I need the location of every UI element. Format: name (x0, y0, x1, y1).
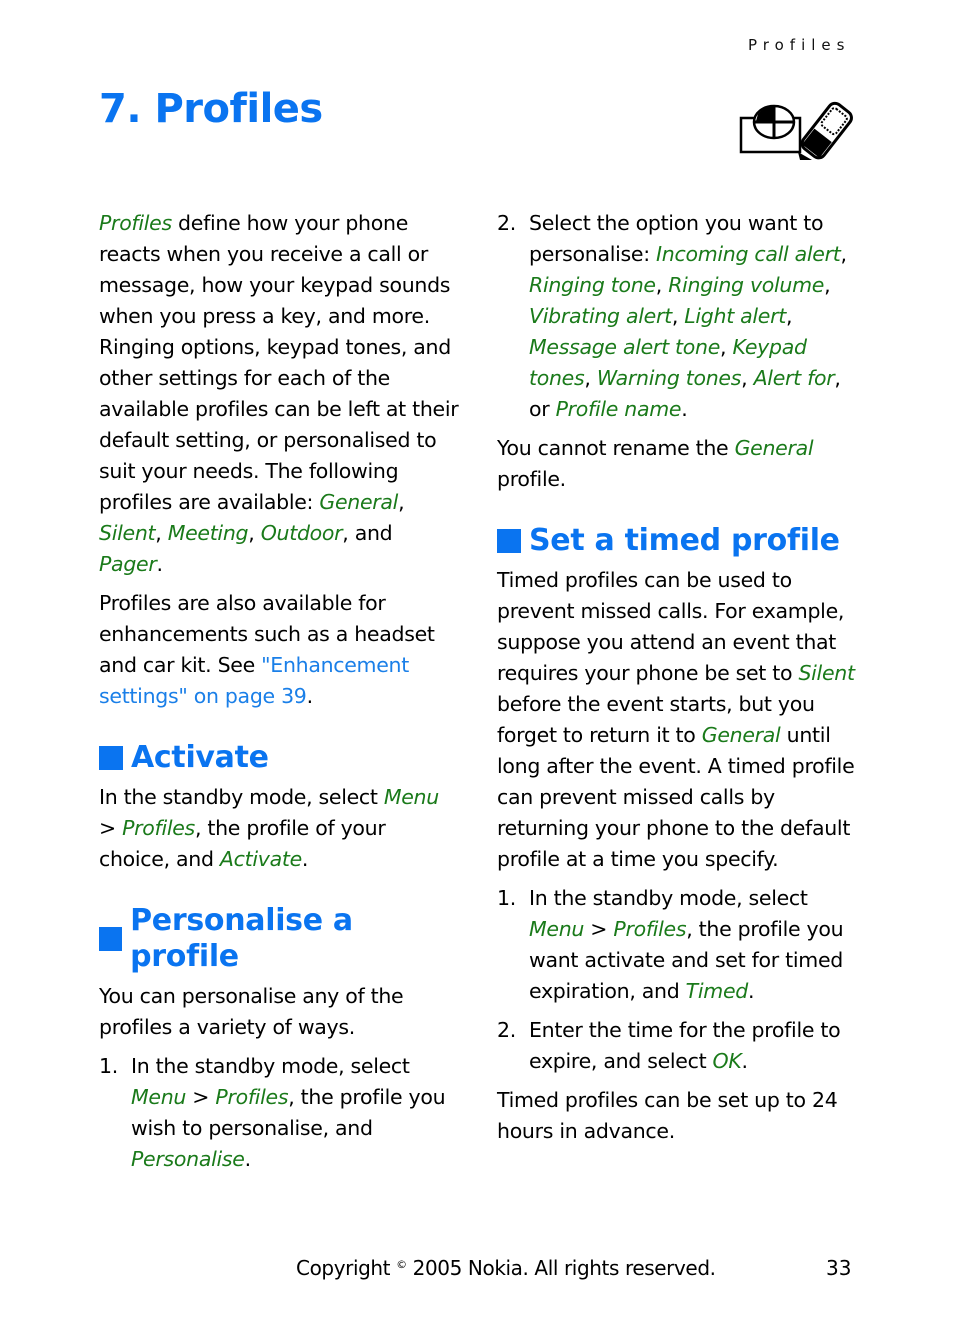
section-bullet-icon (99, 746, 123, 770)
list-item: 1. In the standby mode, select Menu > Pro… (99, 1054, 446, 1171)
text-run: . (306, 684, 314, 708)
list-item: 2. Select the option you want to personal… (497, 211, 847, 421)
text-run: In the standby mode, select (529, 886, 808, 910)
personalise-steps: 1. In the standby mode, select Menu > Pro… (99, 1051, 459, 1175)
section-heading-timed: Set a timed profile (497, 523, 857, 559)
text-run: . (747, 979, 755, 1003)
menu-term: Incoming call alert (656, 242, 841, 266)
menu-term: Light alert (684, 304, 786, 328)
text-run: , (741, 366, 754, 390)
menu-term: Profiles (215, 1085, 289, 1109)
section-heading-activate: Activate (99, 740, 459, 776)
menu-term: Profiles (99, 211, 172, 235)
list-item: 1. In the standby mode, select Menu > Pro… (497, 886, 844, 1003)
text-run: , (785, 304, 793, 328)
menu-term: Message alert tone (529, 335, 721, 359)
intro-paragraph: Profiles define how your phone reacts wh… (99, 208, 459, 580)
menu-term: Profile name (555, 397, 682, 421)
text-run: > (99, 816, 123, 840)
timed-steps: 1. In the standby mode, select Menu > Pro… (497, 883, 857, 1077)
text-run: define how your phone reacts when you re… (99, 211, 459, 514)
section-bullet-icon (497, 529, 521, 553)
text-run: , (398, 490, 405, 514)
text-run: , (584, 366, 597, 390)
text-run: , (655, 273, 669, 297)
personalise-paragraph: You can personalise any of the profiles … (99, 981, 459, 1043)
menu-term: Personalise (131, 1147, 245, 1171)
rename-note: You cannot rename the General profile. (497, 433, 857, 495)
text-run: profile. (497, 467, 566, 491)
activate-paragraph: In the standby mode, select Menu > Profi… (99, 782, 459, 875)
personalise-steps-continued: 2. Select the option you want to personal… (497, 208, 857, 425)
copyright-footer: Copyright © 2005 Nokia. All rights reser… (296, 1256, 716, 1280)
text-run: > (186, 1085, 216, 1109)
menu-term: Pager (99, 552, 157, 576)
text-run: You can personalise any of the profiles … (99, 984, 404, 1039)
timed-closing: Timed profiles can be set up to 24 hours… (497, 1085, 857, 1147)
text-run: . (244, 1147, 252, 1171)
menu-term: Ringing volume (668, 273, 825, 297)
text-run: . (741, 1049, 749, 1073)
profiles-phone-icon (739, 101, 853, 160)
menu-term: General (319, 490, 399, 514)
menu-term: Meeting (167, 521, 249, 545)
section-heading-personalise: Personalise a profile (99, 903, 459, 975)
running-header: Profiles (748, 36, 851, 54)
text-run: , (671, 304, 685, 328)
text-run: In the standby mode, select (99, 785, 384, 809)
menu-term: General (701, 723, 781, 747)
text-run: Timed profiles can be used to prevent mi… (497, 568, 845, 685)
menu-term: Silent (99, 521, 156, 545)
menu-term: OK (712, 1049, 742, 1073)
timed-paragraph: Timed profiles can be used to prevent mi… (497, 565, 857, 875)
list-item: 2. Enter the time for the profile to expi… (497, 1018, 841, 1073)
menu-term: Menu (131, 1085, 187, 1109)
menu-term: General (734, 436, 814, 460)
section-bullet-icon (99, 927, 123, 951)
menu-term: Timed (685, 979, 749, 1003)
text-run: . (301, 847, 309, 871)
left-column: Profiles define how your phone reacts wh… (99, 208, 459, 1183)
menu-term: Activate (219, 847, 302, 871)
enhancements-paragraph: Profiles are also available for enhancem… (99, 588, 459, 712)
menu-term: Menu (529, 917, 585, 941)
text-run: , (720, 335, 733, 359)
menu-term: Silent (798, 661, 855, 685)
text-run: , (824, 273, 831, 297)
text-run: . (156, 552, 163, 576)
text-run: In the standby mode, select (131, 1054, 410, 1078)
page-number: 33 (826, 1256, 852, 1280)
text-run: , (840, 242, 847, 266)
text-run: , (248, 521, 261, 545)
menu-term: Menu (383, 785, 439, 809)
chapter-title: 7. Profiles (99, 86, 323, 132)
text-run: Enter the time for the profile to expire… (529, 1018, 841, 1073)
text-run: , (155, 521, 168, 545)
menu-term: Profiles (122, 816, 195, 840)
text-run: Timed profiles can be set up to 24 hours… (497, 1088, 838, 1143)
copyright-symbol: © (396, 1258, 407, 1271)
menu-term: Alert for (753, 366, 835, 390)
text-run: , and (342, 521, 393, 545)
right-column: 2. Select the option you want to personal… (497, 208, 857, 1155)
menu-term: Ringing tone (529, 273, 656, 297)
menu-term: Warning tones (596, 366, 742, 390)
menu-term: Profiles (613, 917, 687, 941)
menu-term: Outdoor (260, 521, 343, 545)
text-run: > (584, 917, 614, 941)
menu-term: Vibrating alert (529, 304, 672, 328)
text-run: . (681, 397, 688, 421)
text-run: You cannot rename the (497, 436, 735, 460)
